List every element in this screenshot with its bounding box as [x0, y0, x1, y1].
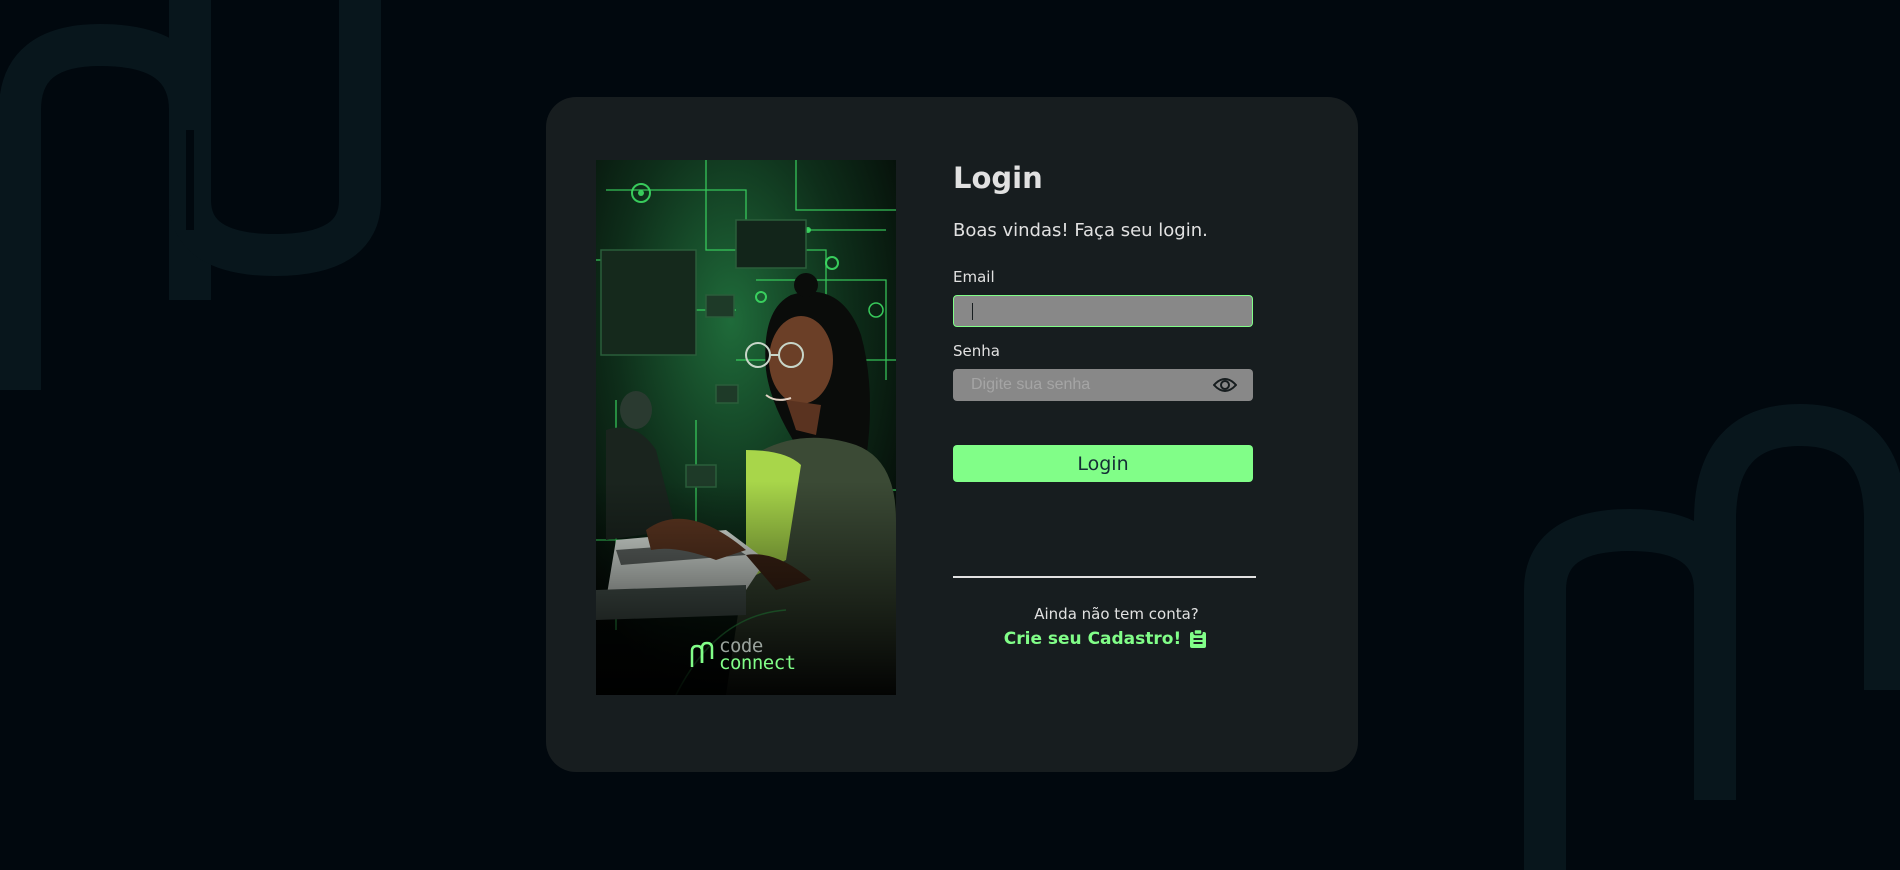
email-field[interactable] [954, 296, 1194, 326]
signup-link-label: Crie seu Cadastro! [1003, 629, 1182, 649]
login-form: Login Boas vindas! Faça seu login. Email… [953, 160, 1258, 649]
email-label: Email [953, 268, 995, 286]
chain-link-icon [690, 641, 714, 667]
background-logo-right [1524, 403, 1900, 870]
login-card: code connect Login Boas vindas! Faça seu… [546, 97, 1358, 772]
welcome-subtitle: Boas vindas! Faça seu login. [953, 220, 1208, 241]
brand-logo-line2: connect [719, 652, 796, 674]
signup-question: Ainda não tem conta? [1034, 605, 1199, 623]
page-title: Login [953, 161, 1043, 195]
login-button[interactable]: Login [953, 445, 1253, 482]
password-field-wrapper [953, 369, 1253, 401]
signup-link[interactable]: Crie seu Cadastro! [1004, 629, 1207, 649]
clipboard-icon [1190, 629, 1207, 648]
password-label: Senha [953, 342, 1000, 360]
hero-illustration [596, 160, 896, 695]
email-field-wrapper [953, 295, 1253, 327]
password-field[interactable] [953, 369, 1193, 401]
text-caret [972, 303, 973, 320]
hero-image: code connect [596, 160, 896, 695]
eye-icon[interactable] [1213, 376, 1237, 394]
divider [953, 576, 1256, 578]
signup-section: Ainda não tem conta? Crie seu Cadastro! [953, 604, 1258, 649]
background-logo-left [0, 0, 381, 390]
brand-logo: code connect [689, 637, 796, 674]
